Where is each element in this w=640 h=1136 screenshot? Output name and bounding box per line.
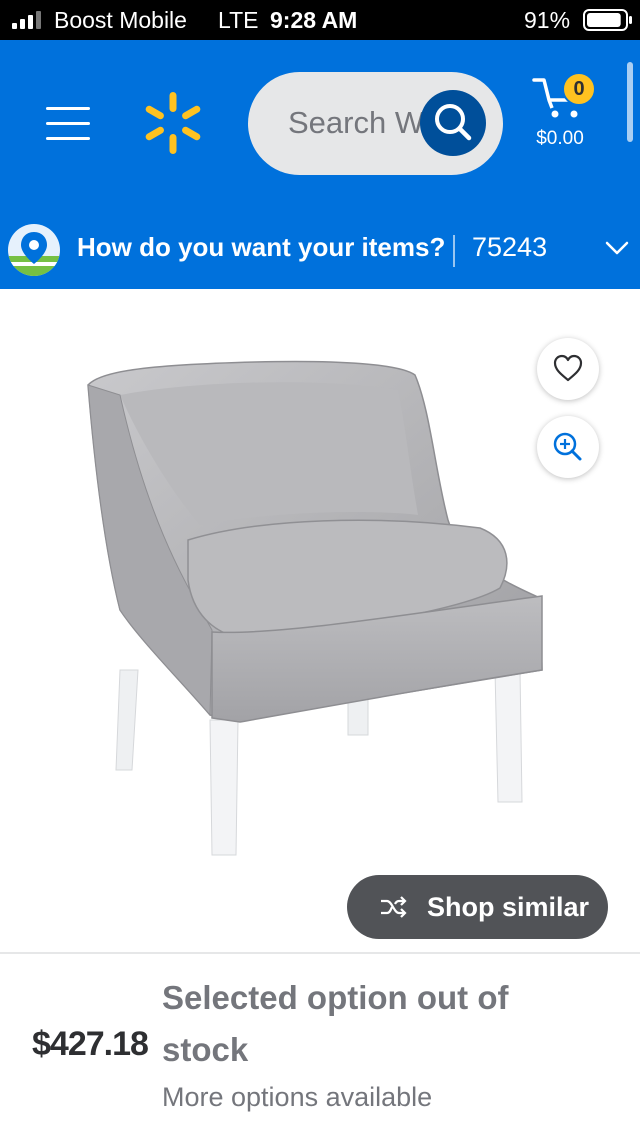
shop-similar-button[interactable]: Shop similar xyxy=(347,875,608,939)
signal-icon xyxy=(12,11,41,29)
cart-count-badge: 0 xyxy=(562,72,596,106)
battery-icon xyxy=(583,9,632,31)
favorite-button[interactable] xyxy=(537,338,599,400)
spark-logo-icon[interactable] xyxy=(144,92,202,154)
fulfillment-question[interactable]: How do you want your items? xyxy=(77,232,445,263)
carrier-name: Boost Mobile xyxy=(54,7,187,33)
battery-percent: 91% xyxy=(524,7,571,33)
search-icon xyxy=(435,104,472,141)
menu-icon[interactable] xyxy=(46,107,90,141)
divider xyxy=(0,952,640,954)
network-type: LTE xyxy=(218,7,259,33)
search-input[interactable] xyxy=(288,100,428,146)
location-pin-icon xyxy=(8,224,60,276)
product-image[interactable] xyxy=(80,350,560,870)
status-bar: Boost Mobile LTE 9:28 AM 91% xyxy=(0,0,640,40)
shuffle-icon xyxy=(381,896,407,918)
availability-status-continued: stock xyxy=(162,1031,249,1068)
chevron-down-icon[interactable] xyxy=(604,238,630,258)
product-price: $427.18 xyxy=(32,1025,149,1063)
more-options-link[interactable]: More options available xyxy=(162,1082,432,1113)
clock: 9:28 AM xyxy=(270,7,358,33)
cart-total[interactable]: $0.00 xyxy=(530,128,590,150)
zip-code[interactable]: 75243 xyxy=(472,232,547,263)
search-button[interactable] xyxy=(420,90,486,156)
scrollbar[interactable] xyxy=(627,62,633,142)
zoom-button[interactable] xyxy=(537,416,599,478)
shop-similar-label: Shop similar xyxy=(427,892,590,922)
zoom-in-icon xyxy=(553,432,582,461)
divider xyxy=(453,235,455,267)
heart-icon xyxy=(553,354,583,382)
availability-status: Selected option out of xyxy=(162,979,509,1016)
